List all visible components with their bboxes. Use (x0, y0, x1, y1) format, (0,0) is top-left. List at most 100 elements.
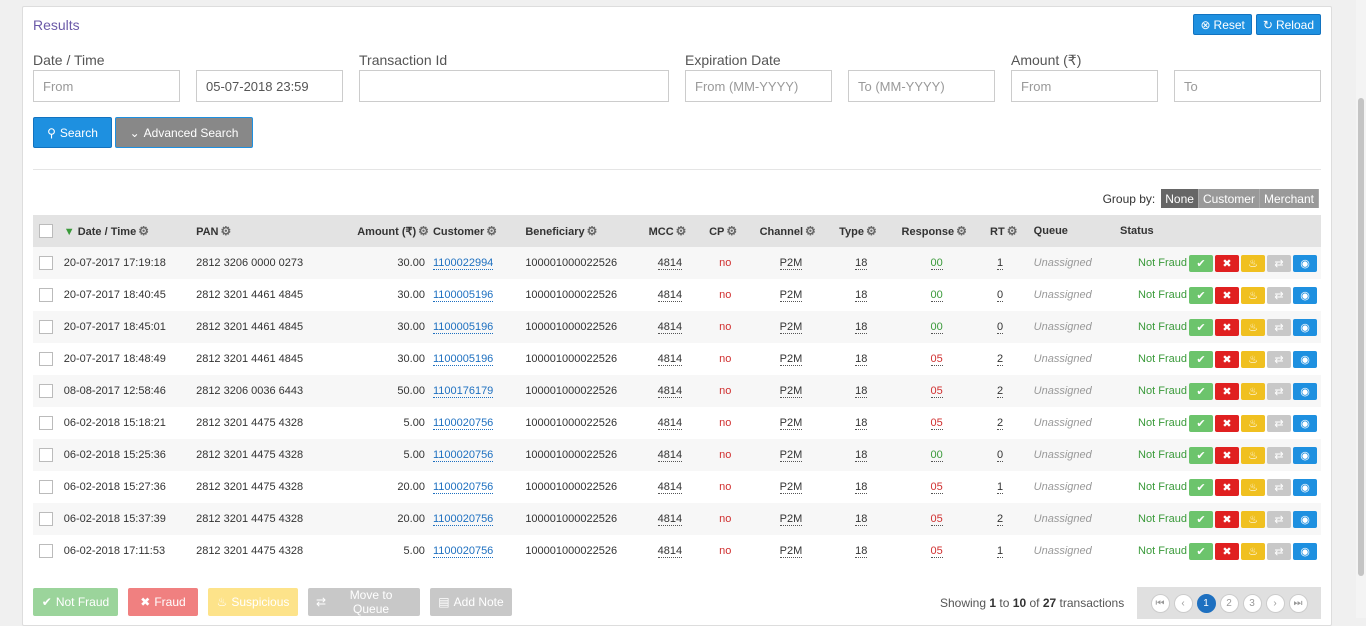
exchange-icon[interactable]: ⇄ (1267, 318, 1291, 336)
customer-link[interactable]: 1100005196 (432, 321, 494, 334)
eye-icon[interactable]: ◉ (1293, 350, 1317, 368)
gear-icon[interactable]: ⚙ (418, 224, 429, 238)
gear-icon[interactable]: ⚙ (726, 224, 737, 238)
exchange-icon[interactable]: ⇄ (1267, 254, 1291, 272)
cell-response[interactable]: 05 (930, 417, 943, 430)
col-beneficiary[interactable]: Beneficiary ⚙ (525, 215, 648, 247)
fire-icon[interactable]: ♨ (1241, 510, 1265, 528)
cell-response[interactable]: 00 (930, 449, 943, 462)
select-all-checkbox[interactable] (39, 224, 53, 238)
customer-link[interactable]: 1100020756 (432, 417, 494, 430)
customer-link[interactable]: 1100020756 (432, 513, 494, 526)
col-response[interactable]: Response ⚙ (902, 215, 990, 247)
eye-icon[interactable]: ◉ (1293, 254, 1317, 272)
gear-icon[interactable]: ⚙ (676, 224, 687, 238)
cell-mcc[interactable]: 4814 (657, 417, 683, 430)
page-1[interactable]: 1 (1196, 593, 1216, 613)
table-row[interactable]: 20-07-2017 17:19:18 2812 3206 0000 0273 30… (33, 247, 1321, 279)
fire-icon[interactable]: ♨ (1241, 382, 1265, 400)
row-checkbox[interactable] (39, 384, 53, 398)
scrollbar-thumb[interactable] (1358, 98, 1364, 576)
cell-mcc[interactable]: 4814 (657, 257, 683, 270)
reset-button[interactable]: ⊗ Reset (1193, 14, 1252, 35)
gear-icon[interactable]: ⚙ (587, 224, 598, 238)
fire-icon[interactable]: ♨ (1241, 542, 1265, 560)
close-icon[interactable]: ✖ (1215, 446, 1239, 464)
group-by-customer[interactable]: Customer (1198, 189, 1260, 208)
cell-type[interactable]: 18 (855, 449, 868, 462)
cell-type[interactable]: 18 (855, 257, 868, 270)
exchange-icon[interactable]: ⇄ (1267, 382, 1291, 400)
cell-rt[interactable]: 2 (997, 417, 1004, 430)
gear-icon[interactable]: ⚙ (805, 224, 816, 238)
fire-icon[interactable]: ♨ (1241, 286, 1265, 304)
close-icon[interactable]: ✖ (1215, 286, 1239, 304)
cell-mcc[interactable]: 4814 (657, 449, 683, 462)
cell-rt[interactable]: 2 (997, 353, 1004, 366)
cell-channel[interactable]: P2M (779, 513, 803, 526)
cell-response[interactable]: 05 (930, 353, 943, 366)
gear-icon[interactable]: ⚙ (1007, 224, 1018, 238)
table-row[interactable]: 06-02-2018 15:18:21 2812 3201 4475 4328 5.… (33, 407, 1321, 439)
page-scrollbar[interactable] (1356, 0, 1366, 618)
cell-type[interactable]: 18 (855, 417, 868, 430)
col-mcc[interactable]: MCC ⚙ (649, 215, 710, 247)
row-checkbox[interactable] (39, 480, 53, 494)
col-customer[interactable]: Customer ⚙ (433, 215, 525, 247)
table-row[interactable]: 20-07-2017 18:45:01 2812 3201 4461 4845 30… (33, 311, 1321, 343)
group-by-none[interactable]: None (1161, 189, 1199, 208)
close-icon[interactable]: ✖ (1215, 414, 1239, 432)
cell-mcc[interactable]: 4814 (657, 385, 683, 398)
fire-icon[interactable]: ♨ (1241, 414, 1265, 432)
close-icon[interactable]: ✖ (1215, 478, 1239, 496)
cell-type[interactable]: 18 (855, 321, 868, 334)
first-page-icon[interactable]: ⏮ (1150, 593, 1170, 613)
bulk-not-fraud-button[interactable]: ✔ Not Fraud (33, 588, 118, 616)
customer-link[interactable]: 1100020756 (432, 545, 494, 558)
cell-mcc[interactable]: 4814 (657, 289, 683, 302)
row-checkbox[interactable] (39, 320, 53, 334)
cell-channel[interactable]: P2M (779, 289, 803, 302)
cell-rt[interactable]: 2 (997, 385, 1004, 398)
cell-mcc[interactable]: 4814 (657, 513, 683, 526)
check-icon[interactable]: ✔ (1189, 286, 1213, 304)
cell-mcc[interactable]: 4814 (657, 481, 683, 494)
col-date[interactable]: ▼ Date / Time ⚙ (64, 215, 196, 247)
fire-icon[interactable]: ♨ (1241, 318, 1265, 336)
cell-channel[interactable]: P2M (779, 257, 803, 270)
table-row[interactable]: 06-02-2018 17:11:53 2812 3201 4475 4328 5.… (33, 535, 1321, 567)
row-checkbox[interactable] (39, 288, 53, 302)
check-icon[interactable]: ✔ (1189, 414, 1213, 432)
cell-rt[interactable]: 2 (997, 513, 1004, 526)
row-checkbox[interactable] (39, 416, 53, 430)
bulk-move-to-queue-button[interactable]: ⇄ Move to Queue (308, 588, 420, 616)
customer-link[interactable]: 1100005196 (432, 289, 494, 302)
fire-icon[interactable]: ♨ (1241, 478, 1265, 496)
cell-type[interactable]: 18 (855, 353, 868, 366)
page-3[interactable]: 3 (1242, 593, 1262, 613)
search-button[interactable]: ⚲ Search (33, 117, 112, 148)
eye-icon[interactable]: ◉ (1293, 542, 1317, 560)
cell-response[interactable]: 05 (930, 481, 943, 494)
close-icon[interactable]: ✖ (1215, 382, 1239, 400)
cell-rt[interactable]: 0 (997, 449, 1004, 462)
row-checkbox[interactable] (39, 544, 53, 558)
amount-to-input[interactable] (1174, 70, 1321, 102)
cell-channel[interactable]: P2M (779, 417, 803, 430)
cell-channel[interactable]: P2M (779, 321, 803, 334)
bulk-suspicious-button[interactable]: ♨ Suspicious (208, 588, 298, 616)
cell-channel[interactable]: P2M (779, 449, 803, 462)
eye-icon[interactable]: ◉ (1293, 478, 1317, 496)
fire-icon[interactable]: ♨ (1241, 446, 1265, 464)
cell-rt[interactable]: 1 (997, 481, 1004, 494)
reload-button[interactable]: ↻ Reload (1255, 14, 1321, 35)
date-from-input[interactable] (33, 70, 180, 102)
gear-icon[interactable]: ⚙ (221, 224, 232, 238)
gear-icon[interactable]: ⚙ (956, 224, 967, 238)
customer-link[interactable]: 1100022994 (432, 257, 494, 270)
exchange-icon[interactable]: ⇄ (1267, 414, 1291, 432)
customer-link[interactable]: 1100005196 (432, 353, 494, 366)
customer-link[interactable]: 1100176179 (432, 385, 494, 398)
col-rt[interactable]: RT ⚙ (990, 215, 1034, 247)
fire-icon[interactable]: ♨ (1241, 254, 1265, 272)
